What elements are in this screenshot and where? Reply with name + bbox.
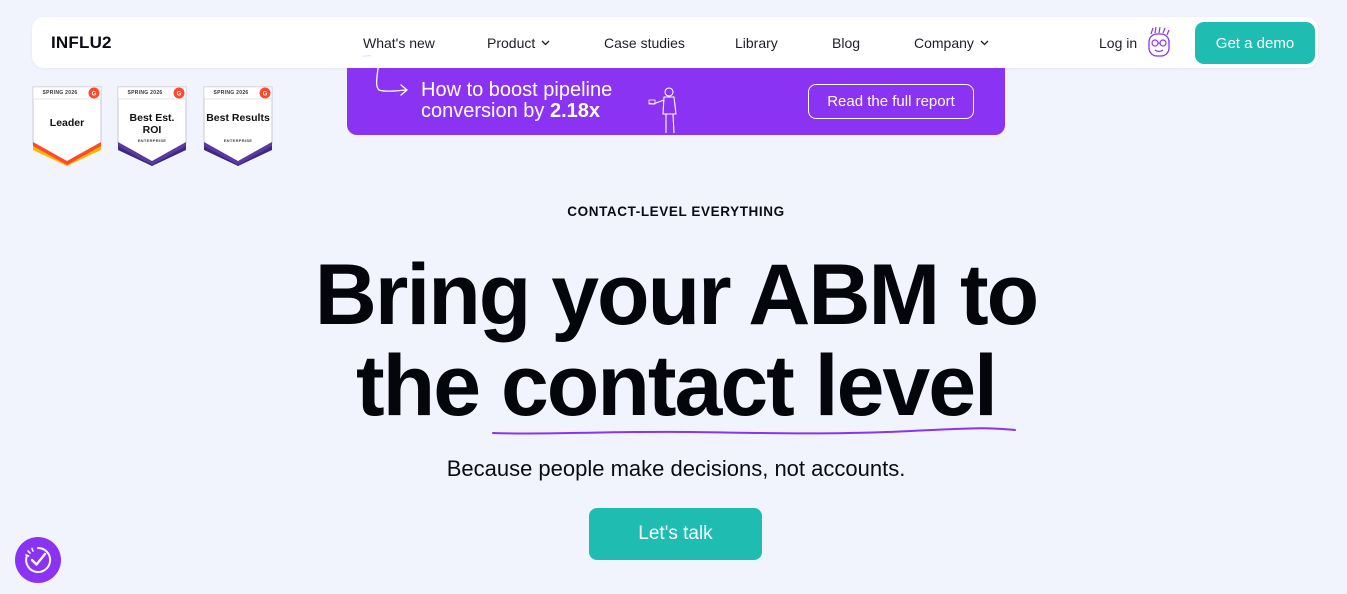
promo-line1: How to boost pipeline xyxy=(421,79,613,101)
hero-title-line2-prefix: the xyxy=(356,338,501,434)
lets-talk-button[interactable]: Let's talk xyxy=(589,508,762,560)
g2-badge-best-results: G SPRING 2026 Best Results ENTERPRISE xyxy=(203,86,273,166)
active-underline-icon xyxy=(362,55,371,57)
badge-title: Best Est. ROI xyxy=(129,112,175,136)
badge-title: Leader xyxy=(49,117,85,129)
get-demo-button[interactable]: Get a demo xyxy=(1195,22,1315,64)
hero-title-line1: Bring your ABM to xyxy=(314,247,1039,343)
clock-check-icon xyxy=(25,546,52,573)
hero-subtitle: Because people make decisions, not accou… xyxy=(446,456,906,481)
floating-widget-button[interactable] xyxy=(15,537,61,583)
nav-product-label: Product xyxy=(487,35,536,51)
svg-text:G: G xyxy=(177,92,182,98)
nav-case-studies[interactable]: Case studies xyxy=(604,35,685,51)
badge-season: SPRING 2026 xyxy=(213,90,249,96)
svg-text:G: G xyxy=(92,92,97,98)
nav-library-label: Library xyxy=(735,35,778,51)
badge-title: Best Results xyxy=(206,112,270,124)
nav-company[interactable]: Company xyxy=(914,35,989,51)
nav-case-studies-label: Case studies xyxy=(604,35,685,51)
chevron-down-icon xyxy=(541,40,550,46)
nav-blog-label: Blog xyxy=(832,35,861,51)
hero-title: Bring your ABM to the contact level xyxy=(0,250,1347,432)
read-report-button[interactable]: Read the full report xyxy=(808,84,974,119)
nav-library[interactable]: Library xyxy=(735,35,778,51)
arrow-doodle-icon xyxy=(375,68,409,96)
nav-blog[interactable]: Blog xyxy=(832,35,860,51)
nav-whats-new[interactable]: What's new xyxy=(362,35,435,57)
promo-stat: 2.18x xyxy=(549,100,601,122)
nav-company-label: Company xyxy=(914,35,974,51)
hero-eyebrow: CONTACT-LEVEL EVERYTHING xyxy=(567,204,785,219)
person-doodle-icon xyxy=(648,87,677,134)
g2-badge-leader: G SPRING 2026 Leader xyxy=(32,86,102,166)
promo-line2: conversion by xyxy=(421,100,550,122)
chevron-down-icon xyxy=(980,40,989,46)
logo[interactable]: INFLU2 xyxy=(51,33,112,53)
hero-title-highlight: contact level xyxy=(500,338,998,434)
promo-title: How to boost pipeline conversion by 2.18… xyxy=(421,80,612,122)
nav-product[interactable]: Product xyxy=(487,35,550,51)
promo-banner[interactable]: How to boost pipeline conversion by 2.18… xyxy=(347,68,1005,135)
avatar-doodle-icon xyxy=(1148,26,1170,57)
badge-shield-icon: G xyxy=(203,86,273,166)
nav-whats-new-label: What's new xyxy=(363,35,435,51)
login-link[interactable]: Log in xyxy=(1099,35,1137,51)
badge-subtitle: ENTERPRISE xyxy=(137,138,167,143)
g2-badge-best-roi: G SPRING 2026 Best Est. ROI ENTERPRISE xyxy=(117,86,187,166)
badge-season: SPRING 2026 xyxy=(127,90,163,96)
badge-subtitle: ENTERPRISE xyxy=(223,138,253,143)
svg-text:G: G xyxy=(263,92,268,98)
badge-season: SPRING 2026 xyxy=(42,90,78,96)
top-navbar: INFLU2 What's new Product Case studies L… xyxy=(32,17,1318,68)
hero-underline-icon xyxy=(492,427,1016,435)
